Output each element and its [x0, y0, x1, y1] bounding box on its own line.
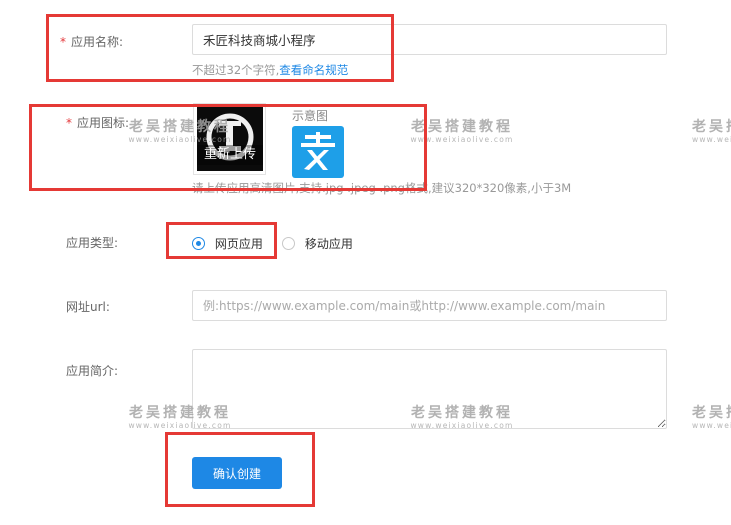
- app-name-label: * 应用名称:: [60, 35, 124, 49]
- app-icon-label: * 应用图标:: [66, 116, 130, 130]
- app-name-input[interactable]: [192, 24, 667, 55]
- app-type-label: 应用类型:: [66, 236, 119, 250]
- reupload-label[interactable]: 重新上传: [197, 145, 263, 165]
- watermark: 老吴搭建教程 www.weixiaolive.com: [410, 119, 514, 144]
- intro-label: 应用简介:: [66, 364, 119, 378]
- required-mark: *: [66, 116, 72, 130]
- url-input[interactable]: [192, 290, 667, 321]
- radio-mobile-app[interactable]: 移动应用: [282, 235, 353, 252]
- confirm-create-button[interactable]: 确认创建: [192, 457, 282, 489]
- radio-web-app-indicator[interactable]: [192, 237, 205, 250]
- intro-textarea[interactable]: [192, 349, 667, 429]
- sample-icon: [292, 126, 344, 178]
- watermark: 老吴搭建教程 www.weixiaolive.com: [692, 119, 731, 144]
- uploaded-icon: 重新上传: [197, 107, 263, 171]
- url-label: 网址url:: [66, 300, 110, 314]
- icon-upload-box[interactable]: 重新上传: [193, 103, 266, 175]
- required-mark: *: [60, 35, 66, 49]
- app-icon-hint: 请上传应用高清图片,支持.jpg .jpeg .png格式,建议320*320像…: [192, 181, 572, 195]
- radio-web-app[interactable]: 网页应用: [192, 235, 263, 252]
- sample-label: 示意图: [292, 109, 329, 123]
- app-name-hint: 不超过32个字符,查看命名规范: [192, 63, 349, 77]
- radio-mobile-app-indicator[interactable]: [282, 237, 295, 250]
- alipay-icon: [301, 132, 335, 170]
- watermark: 老吴搭建教程 www.weixiaolive.com: [692, 405, 731, 430]
- naming-rules-link[interactable]: 查看命名规范: [279, 63, 348, 77]
